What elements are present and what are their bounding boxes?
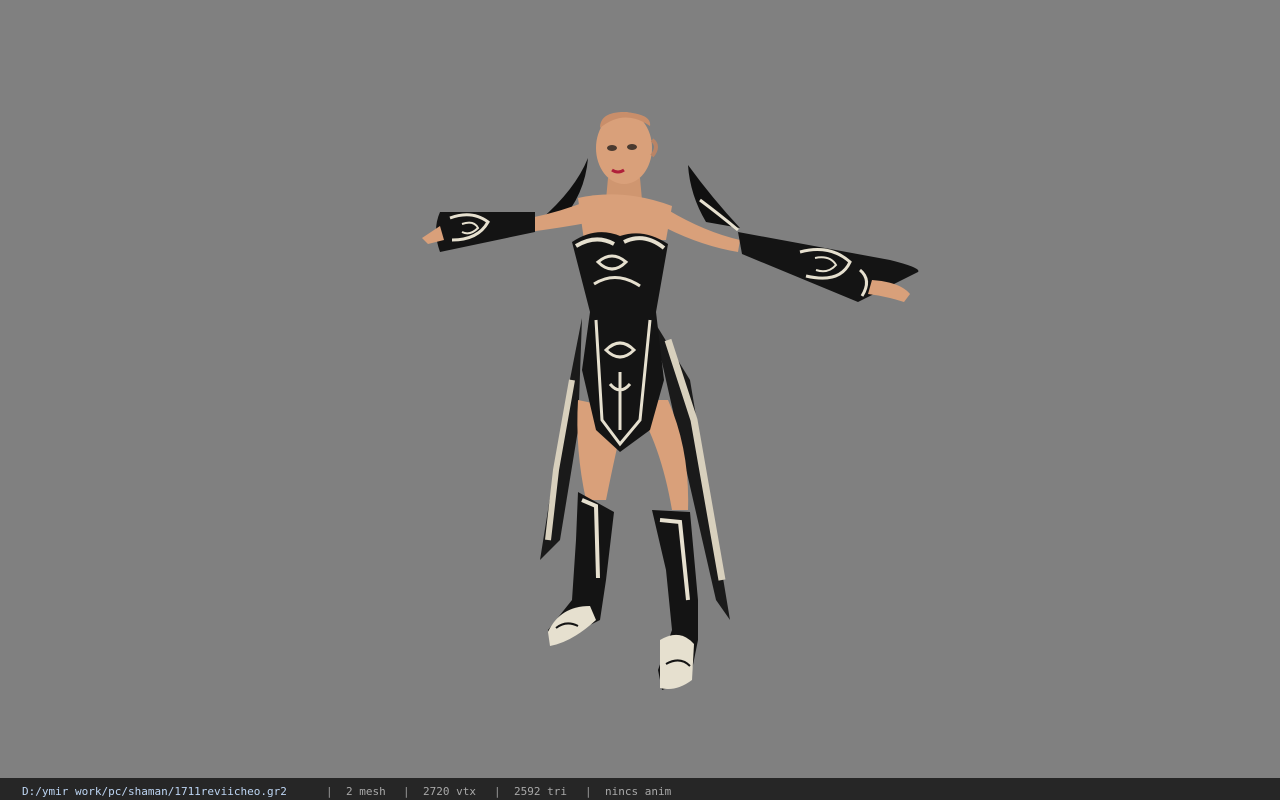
bodice — [572, 232, 668, 312]
separator: | — [326, 785, 333, 798]
separator: | — [403, 785, 410, 798]
model-viewport[interactable] — [0, 0, 1280, 778]
separator: | — [585, 785, 592, 798]
right-shoulder-spike — [688, 165, 740, 228]
animation-status: nincs anim — [605, 785, 672, 798]
triangle-count: 2592 tri — [514, 785, 567, 798]
status-bar: D:/ymir work/pc/shaman/1711reviicheo.gr2… — [0, 778, 1280, 800]
separator: | — [494, 785, 501, 798]
vertex-count: 2720 vtx — [423, 785, 476, 798]
mesh-count: 2 mesh — [346, 785, 386, 798]
character-model[interactable] — [0, 0, 1280, 778]
right-hand — [868, 280, 910, 302]
file-path: D:/ymir work/pc/shaman/1711reviicheo.gr2 — [22, 785, 287, 798]
